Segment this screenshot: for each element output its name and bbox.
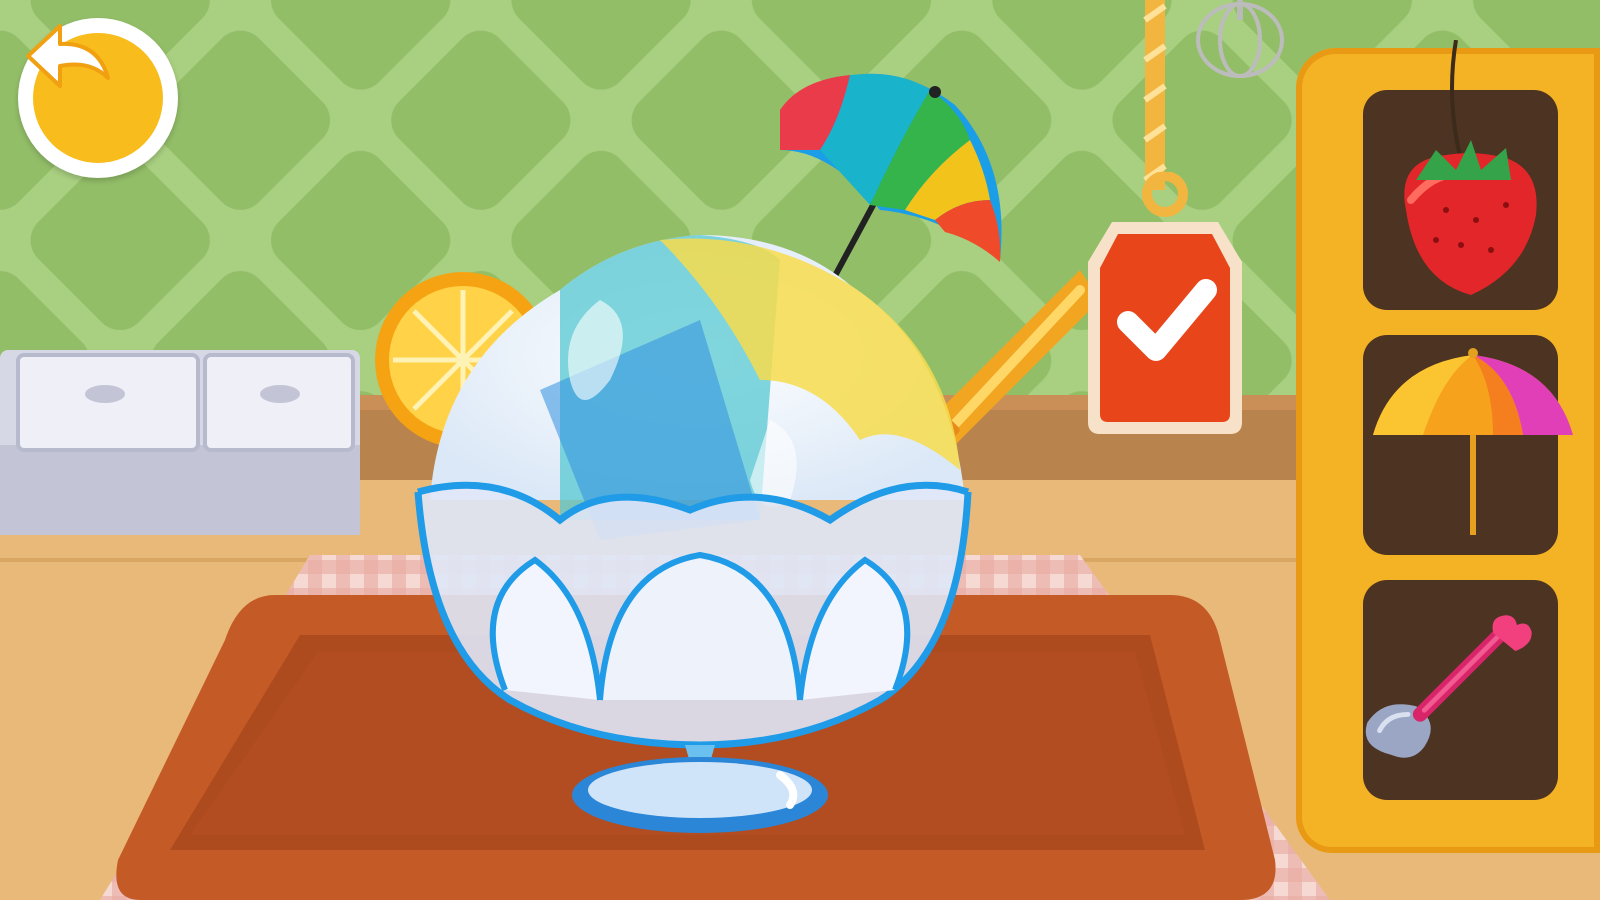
- topping-scoop-slot[interactable]: [1363, 580, 1558, 800]
- back-button[interactable]: [18, 18, 178, 178]
- umbrella-icon: [1373, 348, 1573, 535]
- back-button-inner: [26, 24, 163, 163]
- strawberry-icon: [1403, 40, 1537, 295]
- checkmark-icon: [1088, 172, 1242, 434]
- ingredient-containers: [0, 350, 360, 535]
- back-arrow-icon: [26, 24, 110, 88]
- topping-umbrella-slot[interactable]: [1363, 335, 1573, 555]
- game-scene: [0, 0, 1600, 900]
- confirm-button[interactable]: [1072, 172, 1258, 442]
- scoop-spoon-icon: [1365, 615, 1532, 758]
- topping-strawberry-slot[interactable]: [1363, 40, 1558, 310]
